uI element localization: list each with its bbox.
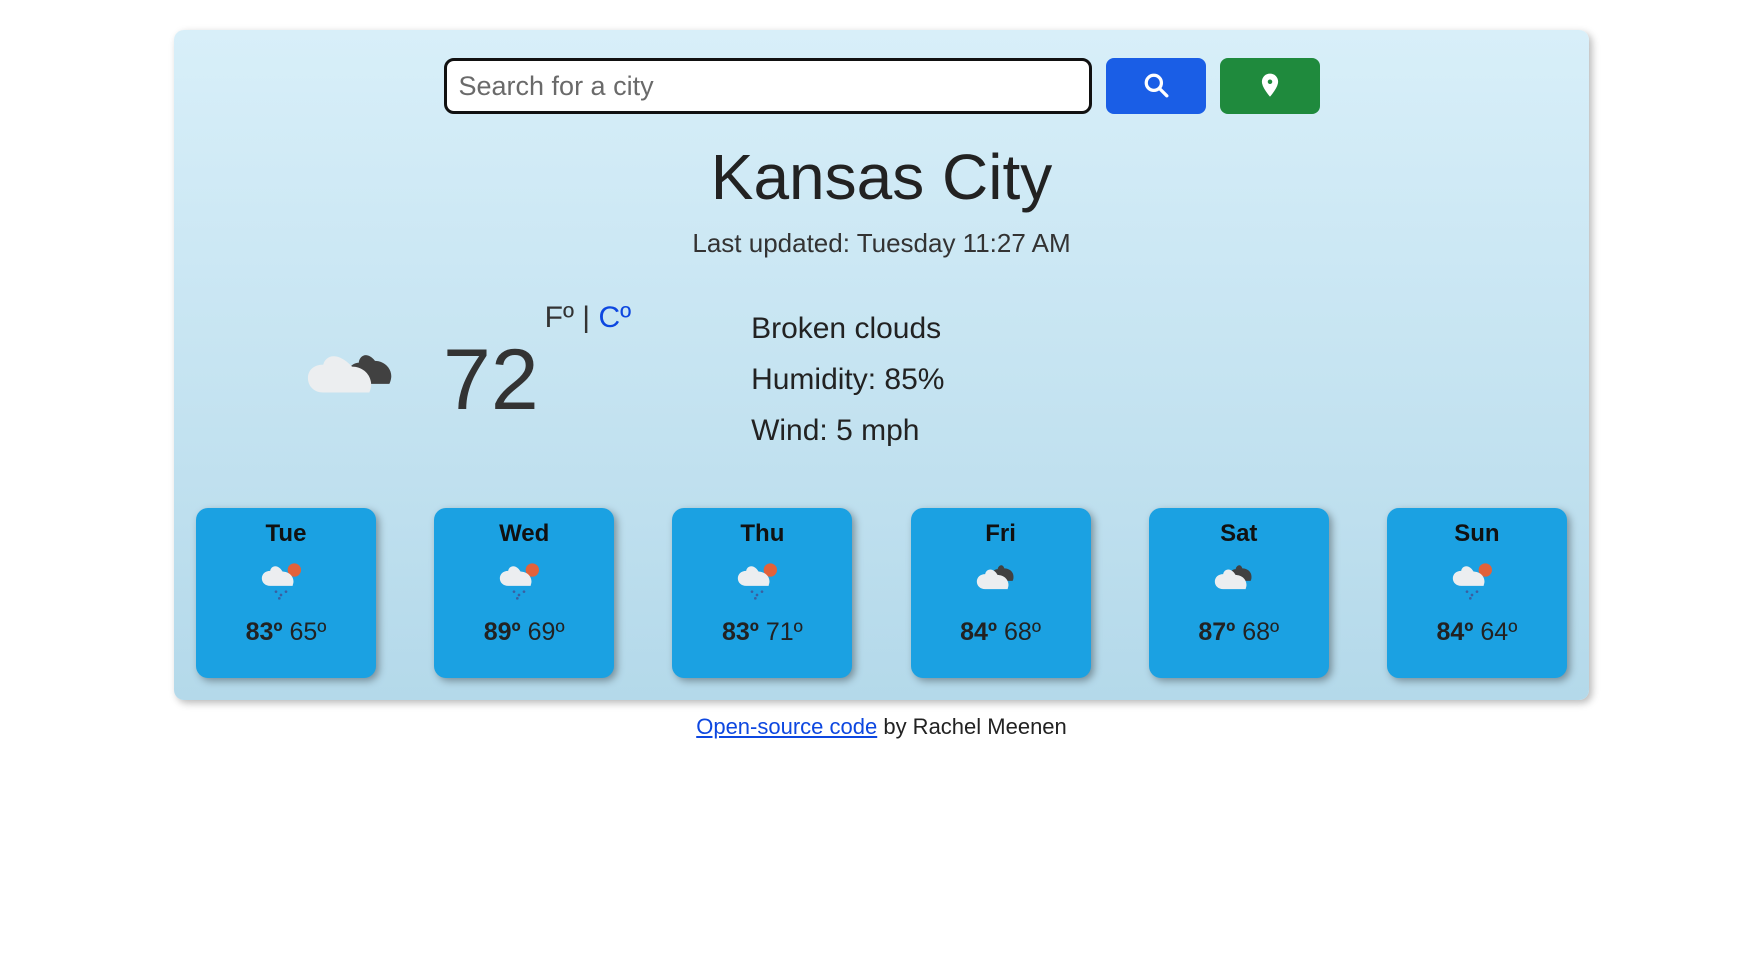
- forecast-low: 68º: [1004, 618, 1041, 646]
- forecast-day-temps: 83º 71º: [722, 618, 803, 647]
- humidity-row: Humidity: 85%: [751, 354, 944, 405]
- forecast-high: 87º: [1198, 618, 1235, 646]
- forecast-day: Sun 84º 64º: [1387, 508, 1567, 678]
- forecast-day-name: Tue: [266, 520, 307, 548]
- humidity-value: 85%: [884, 363, 944, 396]
- rain-sun-icon: [1452, 560, 1502, 604]
- search-button[interactable]: [1106, 58, 1206, 114]
- forecast-day-name: Sun: [1454, 520, 1499, 548]
- forecast-day-temps: 83º 65º: [246, 618, 327, 647]
- forecast-high: 84º: [960, 618, 997, 646]
- forecast-high: 83º: [246, 618, 283, 646]
- forecast-day: Fri 84º 68º: [911, 508, 1091, 678]
- last-updated: Last updated: Tuesday 11:27 AM: [196, 228, 1567, 259]
- forecast-high: 83º: [722, 618, 759, 646]
- search-icon: [1143, 72, 1169, 101]
- forecast-day-name: Wed: [499, 520, 549, 548]
- rain-sun-icon: [737, 560, 787, 604]
- unit-f-label: Fº: [545, 301, 574, 334]
- unit-separator: |: [574, 301, 598, 334]
- weather-description: Broken clouds: [751, 303, 944, 354]
- footer-author: by Rachel Meenen: [877, 714, 1067, 739]
- forecast-high: 84º: [1437, 618, 1474, 646]
- forecast-day-temps: 87º 68º: [1198, 618, 1279, 647]
- forecast-day-temps: 89º 69º: [484, 618, 565, 647]
- location-pin-icon: [1257, 72, 1283, 101]
- unit-toggle: Fº | Cº: [545, 301, 631, 334]
- forecast-day-temps: 84º 64º: [1437, 618, 1518, 647]
- geolocate-button[interactable]: [1220, 58, 1320, 114]
- current-details: Broken clouds Humidity: 85% Wind: 5 mph: [751, 303, 944, 456]
- unit-c-link[interactable]: Cº: [598, 301, 631, 334]
- forecast-high: 89º: [484, 618, 521, 646]
- weather-card: Kansas City Last updated: Tuesday 11:27 …: [174, 30, 1589, 700]
- search-row: [196, 58, 1567, 114]
- forecast-day: Sat 87º 68º: [1149, 508, 1329, 678]
- current-temp-block: 72Fº | Cº: [306, 337, 631, 423]
- rain-sun-icon: [499, 560, 549, 604]
- forecast-day: Wed 89º 69º: [434, 508, 614, 678]
- forecast-low: 71º: [766, 618, 803, 646]
- clouds-icon: [1214, 560, 1264, 604]
- forecast-low: 69º: [528, 618, 565, 646]
- last-updated-prefix: Last updated:: [692, 228, 856, 258]
- forecast-low: 65º: [289, 618, 326, 646]
- last-updated-time: Tuesday 11:27 AM: [857, 228, 1071, 258]
- forecast-strip: Tue 83º 65º Wed 89º 69º Thu 83º 71º Fri 84º 68º…: [196, 508, 1567, 678]
- forecast-day: Tue 83º 65º: [196, 508, 376, 678]
- clouds-icon: [976, 560, 1026, 604]
- temperature-value: 72: [443, 332, 539, 428]
- current-conditions: 72Fº | Cº Broken clouds Humidity: 85% Wi…: [196, 303, 1567, 456]
- wind-row: Wind: 5 mph: [751, 405, 944, 456]
- broken-clouds-icon: [306, 340, 421, 420]
- wind-value: 5 mph: [836, 414, 919, 447]
- current-temperature: 72Fº | Cº: [443, 337, 631, 423]
- forecast-day-name: Thu: [740, 520, 784, 548]
- city-name: Kansas City: [196, 140, 1567, 214]
- forecast-low: 64º: [1480, 618, 1517, 646]
- forecast-day-name: Fri: [985, 520, 1016, 548]
- forecast-day: Thu 83º 71º: [672, 508, 852, 678]
- open-source-link[interactable]: Open-source code: [696, 714, 877, 739]
- forecast-day-temps: 84º 68º: [960, 618, 1041, 647]
- forecast-low: 68º: [1242, 618, 1279, 646]
- city-search-input[interactable]: [444, 58, 1092, 114]
- rain-sun-icon: [261, 560, 311, 604]
- footer-credit: Open-source code by Rachel Meenen: [0, 714, 1763, 740]
- forecast-day-name: Sat: [1220, 520, 1257, 548]
